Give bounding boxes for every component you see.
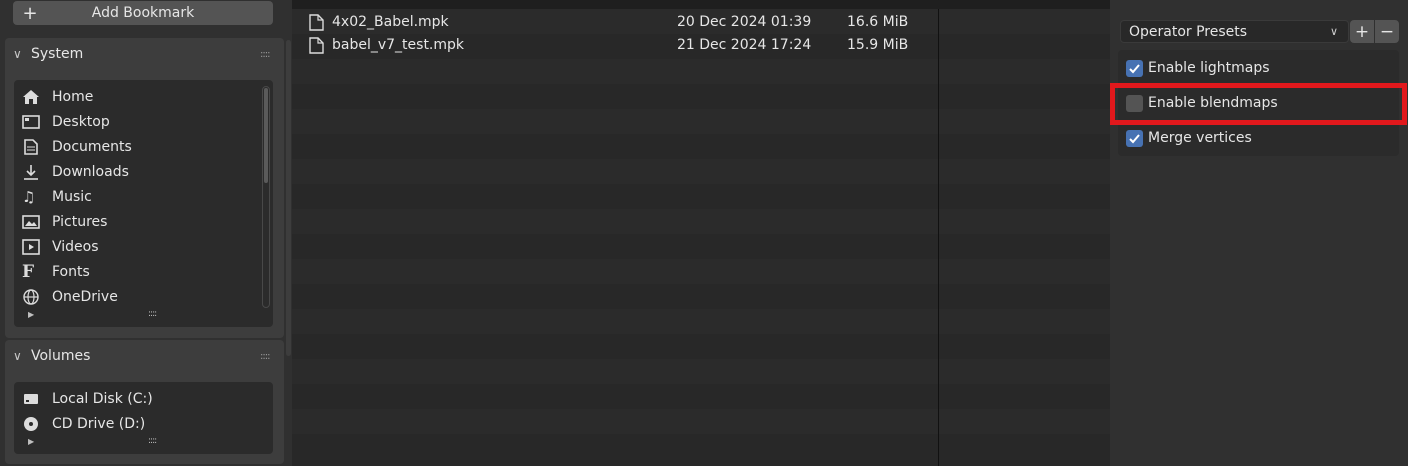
remove-preset-button[interactable]: −	[1375, 20, 1399, 43]
resize-grip-icon[interactable]: ::::	[148, 436, 157, 446]
globe-icon	[22, 288, 52, 305]
file-name: babel_v7_test.mpk	[332, 37, 465, 53]
row-stripe	[292, 109, 1110, 134]
operator-panel: Operator Presets ∨ + − Enable lightmaps …	[1110, 0, 1408, 466]
add-bookmark-label: Add Bookmark	[91, 5, 195, 21]
volumes-panel: ∨ Volumes :::: Local Disk (C:) CD Drive …	[5, 340, 284, 464]
file-date: 21 Dec 2024 17:24	[677, 37, 812, 53]
add-bookmark-button[interactable]: + Add Bookmark	[13, 1, 273, 25]
system-panel-header[interactable]: ∨ System ::::	[5, 38, 284, 70]
chevron-down-icon: ∨	[13, 47, 22, 61]
scrollbar-thumb[interactable]	[264, 88, 268, 183]
enable-lightmaps-checkbox[interactable]	[1126, 59, 1143, 77]
file-list: 4x02_Babel.mpk 20 Dec 2024 01:39 16.6 Mi…	[292, 0, 1110, 466]
operator-presets-label: Operator Presets	[1129, 23, 1248, 40]
file-name: 4x02_Babel.mpk	[332, 14, 449, 30]
add-preset-button[interactable]: +	[1350, 20, 1374, 43]
sidebar-item-local-disk[interactable]: Local Disk (C:)	[14, 386, 273, 411]
desktop-icon	[22, 114, 52, 130]
file-size: 16.6 MiB	[847, 14, 909, 30]
chevron-down-icon: ∨	[1330, 25, 1339, 38]
music-icon: ♫	[22, 187, 36, 206]
sidebar-item-onedrive[interactable]: OneDrive	[14, 284, 273, 309]
sidebar-item-desktop[interactable]: Desktop	[14, 109, 273, 134]
enable-lightmaps-option[interactable]: Enable lightmaps	[1126, 56, 1270, 80]
drag-grip-icon[interactable]: ::::	[260, 351, 284, 362]
sidebar-item-label: Home	[52, 88, 94, 105]
merge-vertices-checkbox[interactable]	[1126, 129, 1143, 147]
pictures-icon	[22, 214, 52, 230]
volumes-panel-title: Volumes	[31, 348, 91, 364]
column-divider[interactable]	[938, 9, 939, 466]
sidebar-item-label: Documents	[52, 138, 132, 155]
expand-arrow-icon[interactable]: ▶	[28, 310, 34, 319]
minus-icon: −	[1379, 21, 1395, 42]
sidebar-item-label: Local Disk (C:)	[52, 390, 153, 407]
sidebar-item-label: OneDrive	[52, 288, 118, 305]
list-top-edge	[292, 0, 1110, 9]
disk-icon	[22, 391, 52, 407]
sidebar-item-fonts[interactable]: F Fonts	[14, 259, 273, 284]
plus-icon: +	[22, 2, 38, 24]
system-panel: ∨ System :::: Home Desktop Documents Dow…	[5, 38, 284, 338]
merge-vertices-label: Merge vertices	[1148, 130, 1252, 146]
sidebar-item-music[interactable]: ♫ Music	[14, 184, 273, 209]
plus-icon: +	[1354, 21, 1370, 42]
merge-vertices-option[interactable]: Merge vertices	[1126, 126, 1252, 150]
sidebar-item-label: Fonts	[52, 263, 90, 280]
row-stripe	[292, 159, 1110, 184]
row-stripe	[292, 359, 1110, 384]
file-row[interactable]: babel_v7_test.mpk 21 Dec 2024 17:24 15.9…	[292, 33, 1110, 57]
file-icon	[309, 14, 324, 35]
sidebar-item-label: CD Drive (D:)	[52, 415, 146, 432]
videos-icon	[22, 238, 52, 255]
system-list-scrollbar[interactable]	[262, 86, 270, 308]
documents-icon	[22, 138, 52, 155]
sidebar-item-label: Videos	[52, 238, 99, 255]
fonts-icon: F	[22, 261, 35, 282]
sidebar-item-label: Downloads	[52, 163, 129, 180]
volumes-panel-header[interactable]: ∨ Volumes ::::	[5, 340, 284, 372]
home-icon	[22, 89, 52, 105]
drag-grip-icon[interactable]: ::::	[260, 49, 284, 60]
system-list-footer: ▶ ::::	[14, 309, 273, 324]
sidebar-item-label: Pictures	[52, 213, 108, 230]
downloads-icon	[22, 164, 52, 180]
row-stripe	[292, 259, 1110, 284]
sidebar-item-home[interactable]: Home	[14, 84, 273, 109]
row-stripe	[292, 59, 1110, 84]
volumes-list-footer: ▶ ::::	[14, 436, 273, 451]
file-icon	[309, 37, 324, 58]
cd-icon	[22, 416, 52, 432]
volumes-list: Local Disk (C:) CD Drive (D:) ▶ ::::	[14, 382, 273, 454]
sidebar-item-videos[interactable]: Videos	[14, 234, 273, 259]
file-row[interactable]: 4x02_Babel.mpk 20 Dec 2024 01:39 16.6 Mi…	[292, 10, 1110, 34]
system-panel-title: System	[31, 46, 84, 62]
sidebar-item-label: Music	[52, 188, 92, 205]
sidebar-item-label: Desktop	[52, 113, 110, 130]
system-list: Home Desktop Documents Downloads ♫ Music	[14, 80, 273, 327]
row-stripe	[292, 409, 1110, 434]
chevron-down-icon: ∨	[13, 349, 22, 363]
sidebar-item-pictures[interactable]: Pictures	[14, 209, 273, 234]
sidebar-item-downloads[interactable]: Downloads	[14, 159, 273, 184]
sidebar-item-cd-drive[interactable]: CD Drive (D:)	[14, 411, 273, 436]
sidebar-scrollbar[interactable]	[286, 40, 291, 356]
highlight-box	[1110, 83, 1407, 125]
expand-arrow-icon[interactable]: ▶	[28, 437, 34, 446]
row-stripe	[292, 309, 1110, 334]
enable-lightmaps-label: Enable lightmaps	[1148, 60, 1270, 76]
file-size: 15.9 MiB	[847, 37, 909, 53]
file-date: 20 Dec 2024 01:39	[677, 14, 812, 30]
resize-grip-icon[interactable]: ::::	[148, 309, 157, 319]
row-stripe	[292, 209, 1110, 234]
sidebar: + Add Bookmark ∨ System :::: Home Deskto…	[0, 0, 292, 466]
sidebar-item-documents[interactable]: Documents	[14, 134, 273, 159]
operator-presets-dropdown[interactable]: Operator Presets ∨	[1120, 20, 1349, 43]
